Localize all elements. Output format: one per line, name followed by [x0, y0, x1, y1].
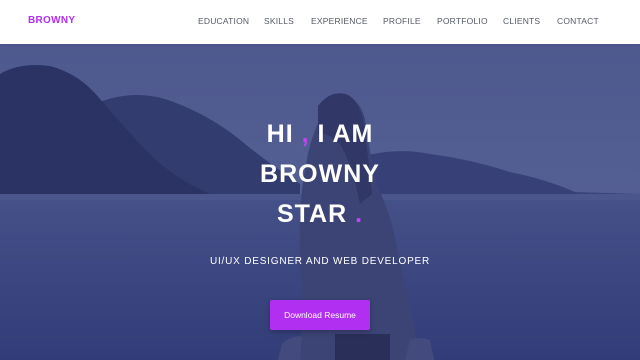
nav-link-contact[interactable]: CONTACT — [557, 16, 599, 26]
hero-greeting: HI — [266, 120, 294, 148]
hero-star: STAR — [276, 200, 348, 228]
nav-link-portfolio[interactable]: PORTFOLIO — [437, 16, 488, 26]
nav-link-skills[interactable]: SKILLS — [264, 16, 294, 26]
nav-link-profile[interactable]: PROFILE — [383, 16, 421, 26]
hero-title-line-3: STAR . — [0, 200, 640, 229]
nav-link-education[interactable]: EDUCATION — [198, 16, 249, 26]
nav-link-clients[interactable]: CLIENTS — [503, 16, 540, 26]
hero-comma-accent: , — [301, 120, 310, 148]
download-resume-button[interactable]: Download Resume — [270, 300, 370, 330]
nav-menu: EDUCATION SKILLS EXPERIENCE PROFILE PORT… — [0, 16, 640, 28]
nav-link-experience[interactable]: EXPERIENCE — [311, 16, 368, 26]
hero-subtitle: UI/UX DESIGNER AND WEB DEVELOPER — [209, 256, 431, 267]
hero-title-line-2: BROWNY — [260, 160, 380, 188]
hero-i-am: I AM — [317, 120, 374, 148]
top-navbar: BROWNY EDUCATION SKILLS EXPERIENCE PROFI… — [0, 0, 640, 44]
hero-section: HI , I AM BROWNY STAR . UI/UX DESIGNER A… — [0, 44, 640, 360]
hero-title-line-1: HI , I AM — [0, 120, 640, 149]
hero-period-accent: . — [355, 200, 364, 228]
